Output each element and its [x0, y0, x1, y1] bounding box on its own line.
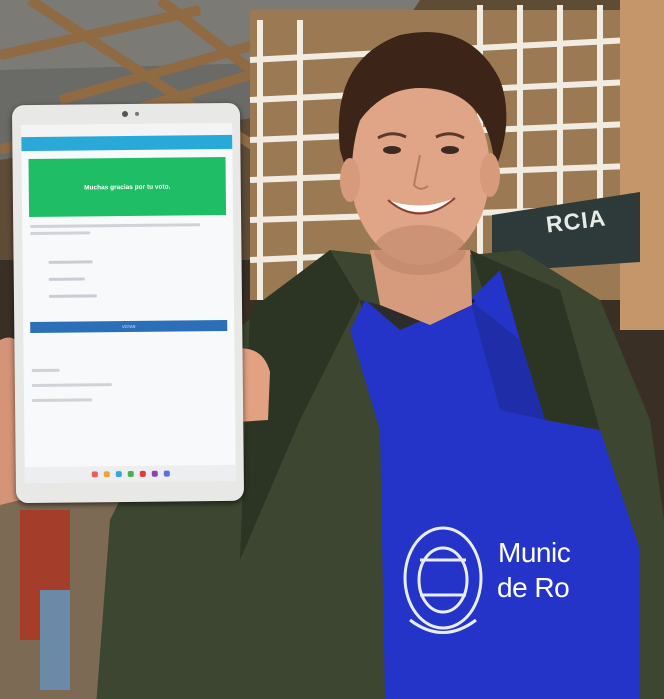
- photo-scene: RCIA Munic de Ro Muchas gracias por tu v…: [0, 0, 664, 699]
- app-icon[interactable]: [127, 470, 134, 478]
- app-header-bar: [21, 134, 233, 152]
- vote-button[interactable]: VOTAR: [30, 319, 228, 334]
- app-icon[interactable]: [103, 471, 110, 478]
- tablet-nav-bar: [24, 464, 236, 484]
- body-text-line: [30, 231, 91, 236]
- apron-logo-line-2: de Ro: [497, 572, 570, 603]
- tablet-device: Muchas gracias por tu voto. VOTAR: [11, 102, 245, 504]
- body-text-line: [30, 223, 201, 229]
- footer-text-line: [31, 368, 60, 373]
- tablet-screen: Muchas gracias por tu voto. VOTAR: [21, 122, 236, 484]
- option-row[interactable]: [48, 294, 97, 298]
- option-row[interactable]: [48, 277, 85, 281]
- app-icon[interactable]: [163, 470, 170, 477]
- app-icon[interactable]: [151, 470, 158, 477]
- app-icon[interactable]: [139, 470, 146, 477]
- camera-icon: [121, 110, 129, 118]
- apron-logo-line-1: Munic: [498, 537, 571, 568]
- vote-confirmation-banner: Muchas gracias por tu voto.: [28, 156, 227, 218]
- footer-text-line: [31, 383, 112, 388]
- footer-text-line: [32, 398, 93, 403]
- app-icon[interactable]: [115, 471, 122, 478]
- app-icon[interactable]: [91, 471, 98, 478]
- sensor-icon: [134, 111, 140, 116]
- option-row[interactable]: [48, 260, 93, 264]
